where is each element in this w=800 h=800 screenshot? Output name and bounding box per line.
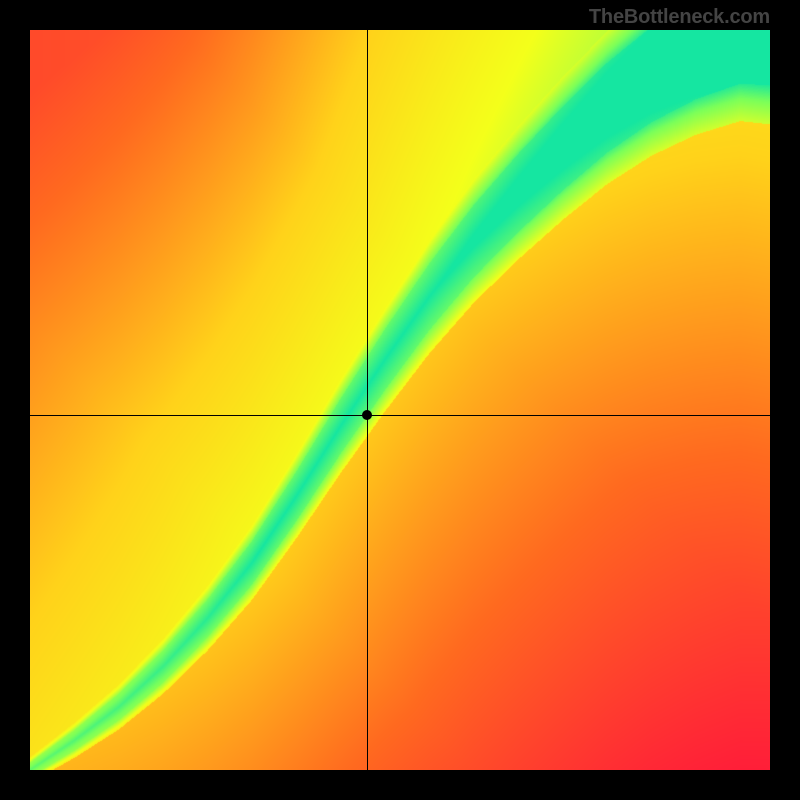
chart-frame: TheBottleneck.com <box>0 0 800 800</box>
heatmap-plot <box>30 30 770 770</box>
heatmap-canvas <box>30 30 770 770</box>
crosshair-vertical <box>367 30 368 770</box>
watermark-text: TheBottleneck.com <box>589 6 770 29</box>
selection-marker <box>362 410 372 420</box>
crosshair-horizontal <box>30 415 770 416</box>
